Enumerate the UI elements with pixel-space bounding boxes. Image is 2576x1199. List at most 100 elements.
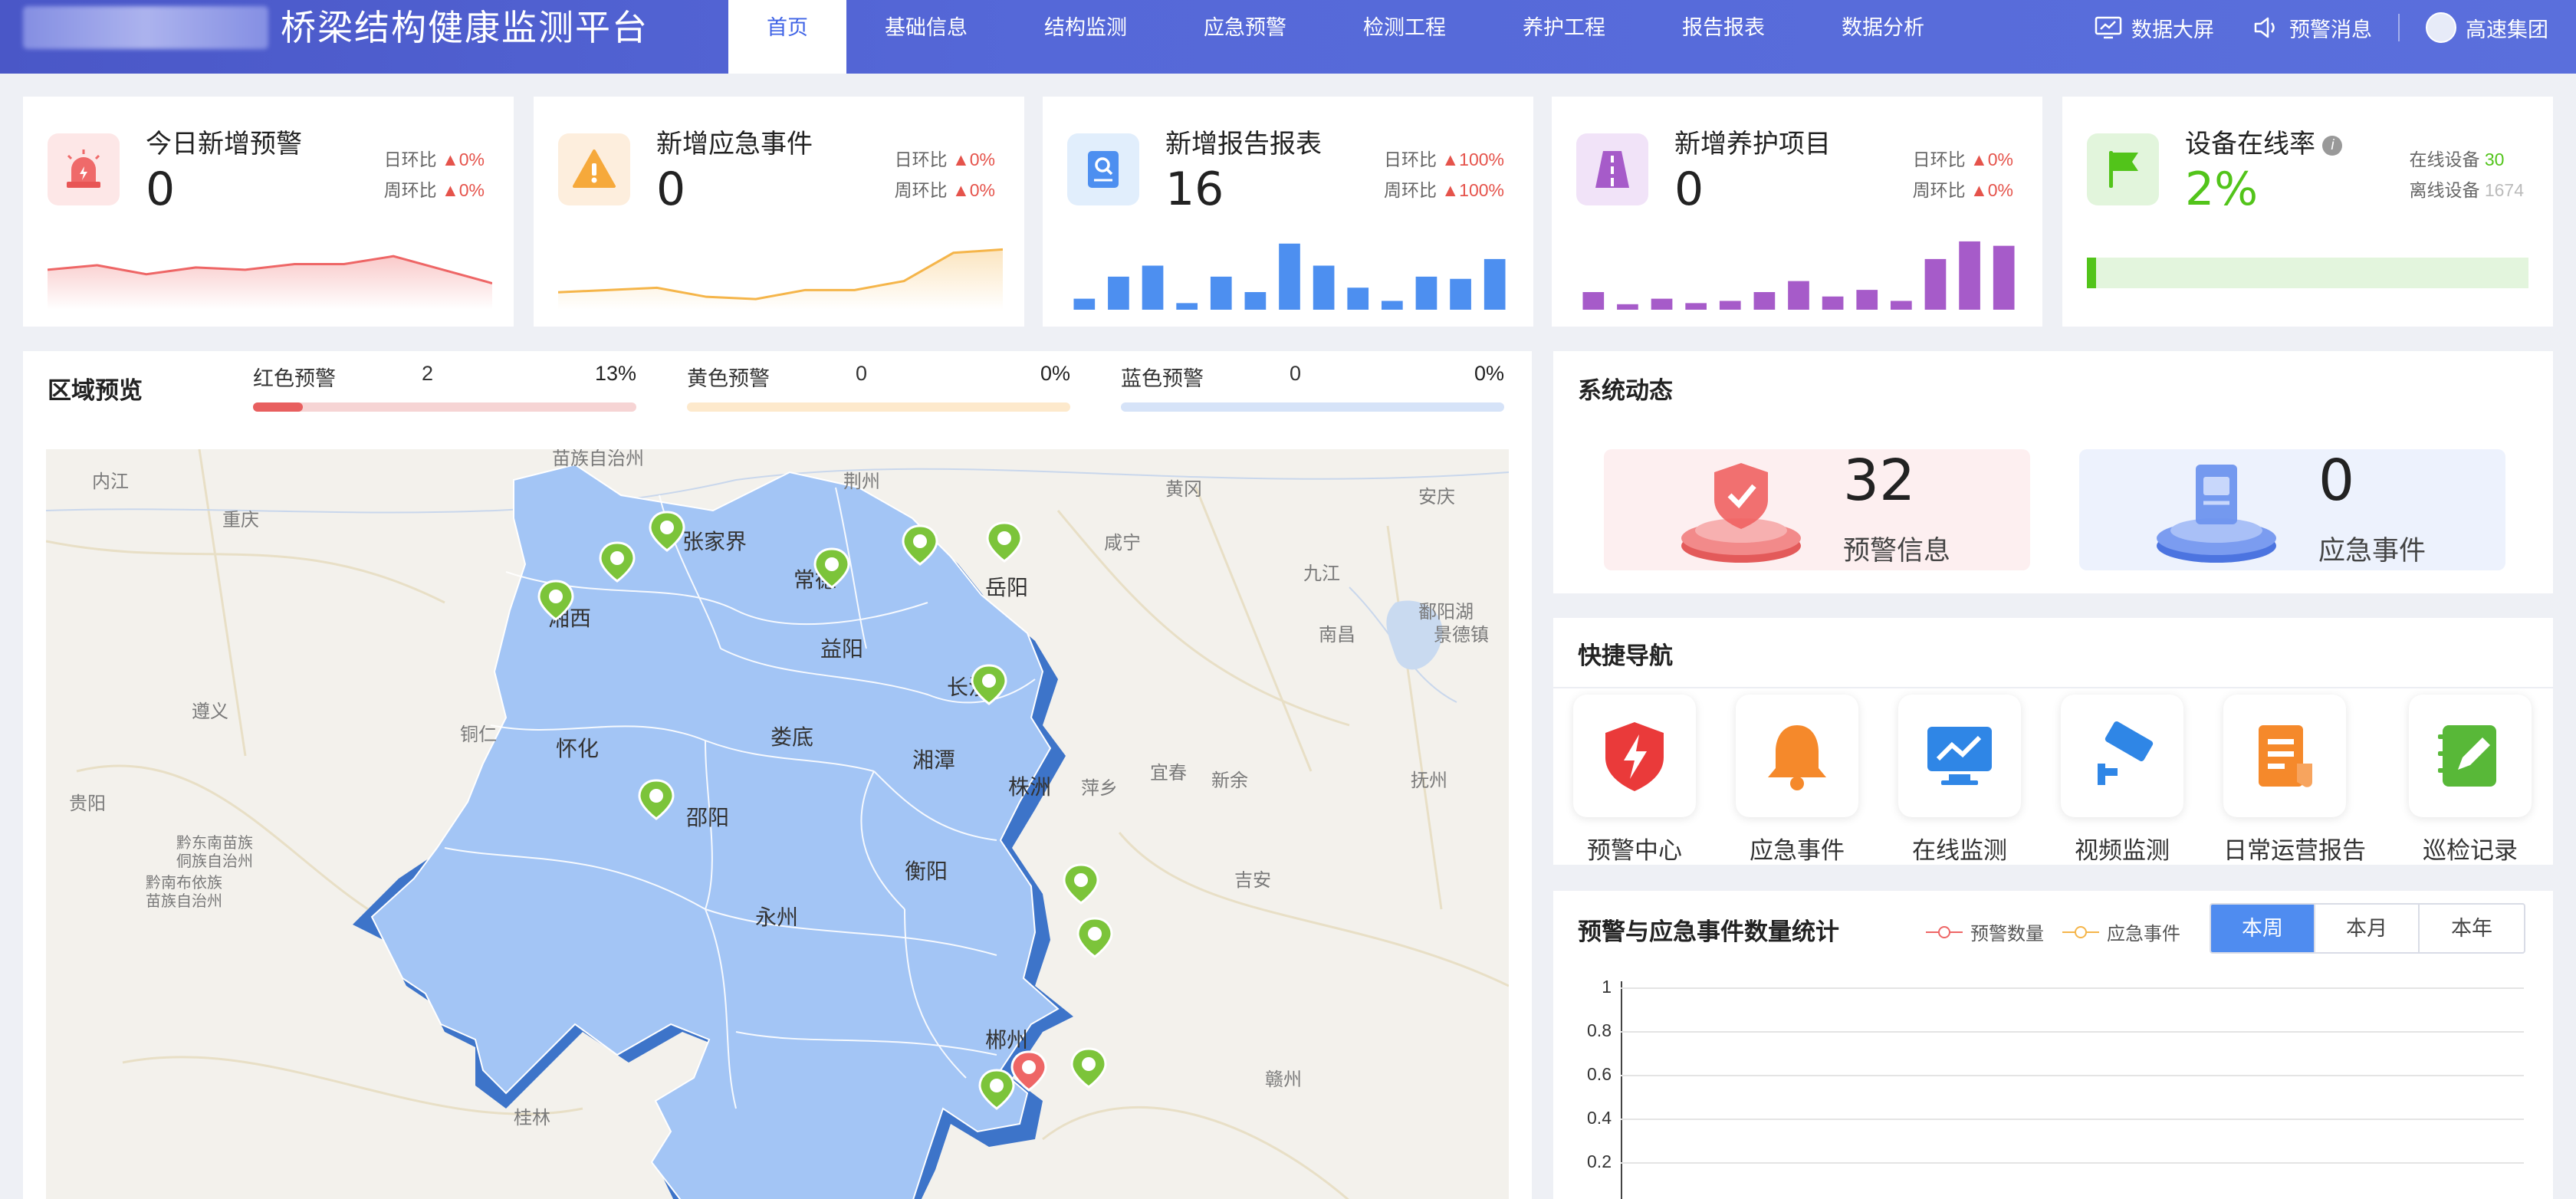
nav-inspection-project[interactable]: 检测工程 xyxy=(1325,0,1484,74)
bar-mark xyxy=(1415,276,1438,310)
bar-mark xyxy=(1244,292,1267,310)
stat-compare: 日环比 ▲100% 周环比 ▲100% xyxy=(1384,144,1504,205)
legend-item-emergencies[interactable]: 应急事件 xyxy=(2062,918,2180,945)
nav-data-analysis[interactable]: 数据分析 xyxy=(1803,0,1963,74)
bar-mark xyxy=(1176,303,1198,310)
bar-mark xyxy=(1959,241,1980,310)
legend-label: 应急事件 xyxy=(2107,924,2180,944)
nav-structure-monitor[interactable]: 结构监测 xyxy=(1006,0,1165,74)
svg-text:重庆: 重庆 xyxy=(222,510,259,531)
grid-line xyxy=(1621,1162,2524,1164)
svg-text:铜仁: 铜仁 xyxy=(460,724,497,745)
warning-messages-button[interactable]: 预警消息 xyxy=(2240,13,2384,43)
quick-warning-center[interactable]: 预警中心 xyxy=(1573,695,1696,866)
alarm-icon xyxy=(48,133,120,205)
nav-basic-info[interactable]: 基础信息 xyxy=(846,0,1006,74)
header-actions: 数据大屏 预警消息 高速集团 xyxy=(2082,0,2561,55)
stat-card-new-emergencies[interactable]: 新增应急事件 0 日环比 ▲0% 周环比 ▲0% xyxy=(534,97,1024,327)
y-axis-line xyxy=(1621,981,1622,1199)
red-warning-bar[interactable]: 红色预警 2 13% xyxy=(253,362,636,412)
online-progress-fill xyxy=(2087,258,2096,288)
avatar xyxy=(2426,12,2456,43)
data-screen-button[interactable]: 数据大屏 xyxy=(2082,13,2226,43)
warning-label: 蓝色预警 xyxy=(1121,367,1204,390)
progress-track xyxy=(687,402,1070,412)
speaker-icon xyxy=(2254,17,2275,38)
quick-daily-report[interactable]: 日常运营报告 xyxy=(2223,695,2366,866)
svg-text:娄底: 娄底 xyxy=(770,725,813,749)
svg-text:赣州: 赣州 xyxy=(1265,1069,1302,1090)
device-counts: 在线设备 30 离线设备 1674 xyxy=(2409,144,2524,205)
offline-count: 1674 xyxy=(2484,180,2524,200)
panel-title: 区域预览 xyxy=(48,377,143,404)
yellow-warning-bar[interactable]: 黄色预警 0 0% xyxy=(687,362,1070,412)
day-compare-value: 0% xyxy=(458,149,485,169)
svg-text:鄱阳湖: 鄱阳湖 xyxy=(1418,602,1474,622)
grid-line xyxy=(1621,1031,2524,1033)
legend-item-warnings[interactable]: 预警数量 xyxy=(1926,918,2044,945)
quick-label: 应急事件 xyxy=(1750,837,1845,864)
y-tick-label: 0.6 xyxy=(1587,1064,1612,1084)
user-menu[interactable]: 高速集团 xyxy=(2413,12,2561,43)
info-icon[interactable]: i xyxy=(2322,136,2343,156)
warning-info-box[interactable]: 32 预警信息 xyxy=(1604,448,2030,570)
range-this-month[interactable]: 本月 xyxy=(2315,905,2420,952)
week-compare-label: 周环比 xyxy=(383,180,437,200)
svg-text:侗族自治州: 侗族自治州 xyxy=(176,852,253,870)
quick-emergency-event[interactable]: 应急事件 xyxy=(1736,695,1858,866)
svg-text:景德镇: 景德镇 xyxy=(1434,625,1489,645)
warning-count: 0 xyxy=(1290,362,1302,385)
quick-video-monitor[interactable]: 视频监测 xyxy=(2061,695,2183,866)
nav-home[interactable]: 首页 xyxy=(728,0,846,74)
stat-card-new-warnings[interactable]: 今日新增预警 0 日环比 ▲0% 周环比 ▲0% xyxy=(23,97,514,327)
edit-note-icon xyxy=(2438,725,2496,787)
warning-count: 0 xyxy=(856,362,868,385)
day-compare-value: 0% xyxy=(1987,149,2013,169)
up-arrow-icon: ▲ xyxy=(951,149,970,169)
week-compare-label: 周环比 xyxy=(894,180,948,200)
online-rate-value: 2% xyxy=(2185,163,2259,216)
range-this-week[interactable]: 本周 xyxy=(2211,905,2315,952)
stat-compare: 日环比 ▲0% 周环比 ▲0% xyxy=(1913,144,2013,205)
warning-count: 2 xyxy=(422,362,434,385)
day-compare-label: 日环比 xyxy=(383,149,437,169)
online-count: 30 xyxy=(2484,149,2505,169)
quick-label: 在线监测 xyxy=(1912,837,2007,864)
stat-title: 新增报告报表 xyxy=(1165,130,1322,159)
stat-card-new-reports[interactable]: 新增报告报表 16 日环比 ▲100% 周环比 ▲100% xyxy=(1043,97,1533,327)
region-map[interactable]: 内江 重庆 遵义 铜仁 贵阳 荆州 黄冈 安庆 咸宁 九江 南昌 鄱阳湖 景德镇 宜春 新余 抚州 萍… xyxy=(46,449,1509,1199)
quick-nav-panel: 快捷导航 预警中心 应急事件 在线监测 视频监测 日常运营报告 巡检记录 xyxy=(1553,618,2553,865)
nav-reports[interactable]: 报告报表 xyxy=(1644,0,1803,74)
progress-fill xyxy=(253,402,303,412)
blue-warning-bar[interactable]: 蓝色预警 0 0% xyxy=(1121,362,1504,412)
svg-text:遵义: 遵义 xyxy=(192,701,228,722)
stat-title: 设备在线率 i xyxy=(2185,123,2343,160)
bar-mark xyxy=(1073,298,1096,310)
stat-card-new-maintenance[interactable]: 新增养护项目 0 日环比 ▲0% 周环比 ▲0% xyxy=(1552,97,2042,327)
quick-online-monitor[interactable]: 在线监测 xyxy=(1898,695,2021,866)
quick-label: 视频监测 xyxy=(2075,837,2170,864)
week-compare-value: 0% xyxy=(458,180,485,200)
legend-marker-icon xyxy=(2062,925,2099,938)
lightning-shield-icon xyxy=(1605,722,1664,791)
stat-card-device-online[interactable]: 设备在线率 i 2% 在线设备 30 离线设备 1674 xyxy=(2062,97,2553,327)
up-arrow-icon: ▲ xyxy=(1441,180,1460,200)
svg-text:贵阳: 贵阳 xyxy=(69,793,106,814)
nav-maintenance-project[interactable]: 养护工程 xyxy=(1484,0,1644,74)
svg-text:抚州: 抚州 xyxy=(1411,770,1447,791)
svg-text:湘潭: 湘潭 xyxy=(912,748,955,772)
screen-chart-icon xyxy=(2095,16,2122,39)
online-progress-track xyxy=(2087,258,2528,288)
up-arrow-icon: ▲ xyxy=(1441,149,1460,169)
svg-text:宜春: 宜春 xyxy=(1150,763,1187,783)
monitor-chart-icon xyxy=(1927,727,1992,785)
nav-emergency-warning[interactable]: 应急预警 xyxy=(1165,0,1325,74)
range-this-year[interactable]: 本年 xyxy=(2420,905,2524,952)
device-title-text: 设备在线率 xyxy=(2185,130,2315,159)
emergency-event-box[interactable]: 0 应急事件 xyxy=(2079,448,2505,570)
svg-text:黄冈: 黄冈 xyxy=(1165,479,1202,500)
week-compare-label: 周环比 xyxy=(1384,180,1438,200)
quick-inspection-record[interactable]: 巡检记录 xyxy=(2409,695,2532,866)
svg-text:荆州: 荆州 xyxy=(843,471,880,492)
document-icon xyxy=(2259,725,2312,787)
